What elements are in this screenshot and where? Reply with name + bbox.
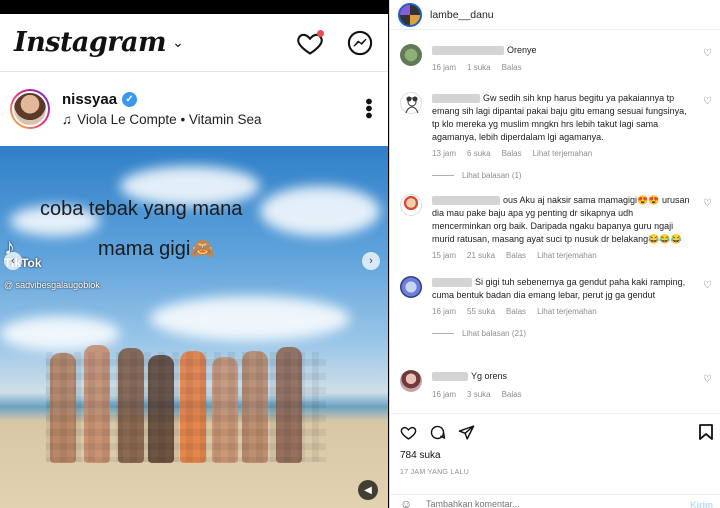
post-username[interactable]: nissyaa [62, 91, 117, 108]
more-options-icon[interactable]: ••• [357, 98, 379, 119]
verified-badge-icon: ✓ [122, 92, 138, 107]
mute-icon[interactable]: ◀ [358, 480, 378, 500]
like-heart-icon[interactable]: ♡ [703, 374, 712, 385]
view-replies-label[interactable]: Lihat balasan (21) [462, 329, 526, 338]
post-comment-button[interactable]: Kirim [690, 500, 713, 508]
reply-button[interactable]: Balas [502, 149, 522, 158]
chevron-down-icon[interactable]: ⌄ [172, 34, 184, 51]
comment-likes[interactable]: 6 suka [467, 149, 491, 158]
view-replies-label[interactable]: Lihat balasan (1) [462, 171, 522, 180]
comment-likes[interactable]: 3 suka [467, 390, 491, 399]
avatar[interactable] [10, 89, 50, 129]
translate-link[interactable]: Lihat terjemahan [537, 307, 597, 316]
comment-likes[interactable]: 55 suka [467, 307, 495, 316]
like-heart-icon[interactable]: ♡ [703, 280, 712, 291]
like-heart-icon[interactable]: ♡ [703, 198, 712, 209]
comment-likes[interactable]: 21 suka [467, 251, 495, 260]
posted-time: 17 JAM YANG LALU [400, 469, 470, 476]
avatar[interactable] [400, 92, 422, 114]
post-owner-username[interactable]: lambe__danu [430, 9, 494, 21]
avatar[interactable] [400, 276, 422, 298]
screenshot-collage: Instagram ⌄ nissyaa ✓ ♫ Viola Le Compte … [0, 0, 720, 508]
comments-header: lambe__danu [390, 0, 720, 30]
comment-item: Orenye 16 jam 1 suka Balas ♡ [400, 44, 712, 72]
comment-item: Gw sedih sih knp harus begitu ya pakaian… [400, 92, 712, 180]
instagram-feed-panel: Instagram ⌄ nissyaa ✓ ♫ Viola Le Compte … [0, 14, 388, 508]
comment-text: Orenye [507, 45, 537, 55]
translate-link[interactable]: Lihat terjemahan [537, 251, 597, 260]
overlay-caption-line-2: mama gigi🙈 [98, 238, 216, 260]
comment-time: 13 jam [432, 149, 457, 158]
comment-text: Yg orens [471, 371, 508, 381]
post-media[interactable]: coba tebak yang mana mama gigi🙈 ♪ TikTok… [0, 146, 388, 508]
instagram-wordmark: Instagram [14, 27, 167, 58]
like-heart-icon[interactable]: ♡ [703, 96, 712, 107]
reply-button[interactable]: Balas [506, 251, 526, 260]
next-arrow-icon[interactable]: › [362, 252, 380, 270]
comment-likes[interactable]: 1 suka [467, 63, 491, 72]
comment-time: 15 jam [432, 251, 457, 260]
likes-count[interactable]: 784 suka [400, 450, 441, 461]
view-replies[interactable]: Lihat balasan (21) [432, 329, 712, 338]
reply-button[interactable]: Balas [506, 307, 526, 316]
comment-time: 16 jam [432, 63, 457, 72]
avatar[interactable] [400, 194, 422, 216]
instagram-logo[interactable]: Instagram ⌄ [14, 27, 184, 58]
pixelation-mask [46, 352, 326, 462]
instagram-header: Instagram ⌄ [0, 14, 388, 72]
previous-arrow-icon[interactable]: ‹ [4, 252, 22, 270]
reply-button[interactable]: Balas [502, 63, 522, 72]
music-note-icon: ♫ [62, 112, 73, 127]
header-actions [296, 29, 374, 57]
share-send-icon[interactable] [458, 424, 475, 446]
comment-item: Si gigi tuh sebenernya ga gendut paha ka… [400, 276, 712, 338]
overlay-caption-line-1: coba tebak yang mana [40, 198, 243, 220]
avatar[interactable] [400, 44, 422, 66]
reply-button[interactable]: Balas [502, 390, 522, 399]
add-comment-bar: ☺ Kirim [390, 494, 720, 508]
notification-dot [317, 29, 324, 37]
avatar[interactable] [398, 2, 422, 27]
translate-link[interactable]: Lihat terjemahan [533, 149, 593, 158]
comment-item: ous Aku aj naksir sama mamagigi😍😍 urusan… [400, 194, 712, 260]
comment-item: Yg orens 16 jam 3 suka Balas ♡ [400, 370, 712, 399]
messenger-icon[interactable] [346, 29, 374, 57]
post-audio-label[interactable]: Viola Le Compte • Vitamin Sea [77, 112, 261, 127]
post-actions-footer: 784 suka 17 JAM YANG LALU ☺ Kirim [390, 413, 720, 508]
bookmark-icon[interactable] [699, 424, 713, 443]
comments-panel: lambe__danu Orenye 16 jam 1 suka Balas ♡… [389, 0, 720, 508]
tiktok-handle: @ sadvibesgalaugobiok [4, 280, 100, 290]
like-heart-icon[interactable] [400, 424, 417, 446]
comment-time: 16 jam [432, 307, 457, 316]
heart-icon[interactable] [296, 29, 324, 57]
emoji-icon[interactable]: ☺ [400, 497, 412, 508]
view-replies[interactable]: Lihat balasan (1) [432, 171, 712, 180]
post-header: nissyaa ✓ ♫ Viola Le Compte • Vitamin Se… [0, 72, 388, 146]
like-heart-icon[interactable]: ♡ [703, 48, 712, 59]
avatar[interactable] [400, 370, 422, 392]
comment-time: 16 jam [432, 390, 457, 399]
add-comment-input[interactable] [426, 499, 656, 508]
comment-bubble-icon[interactable] [429, 424, 446, 446]
